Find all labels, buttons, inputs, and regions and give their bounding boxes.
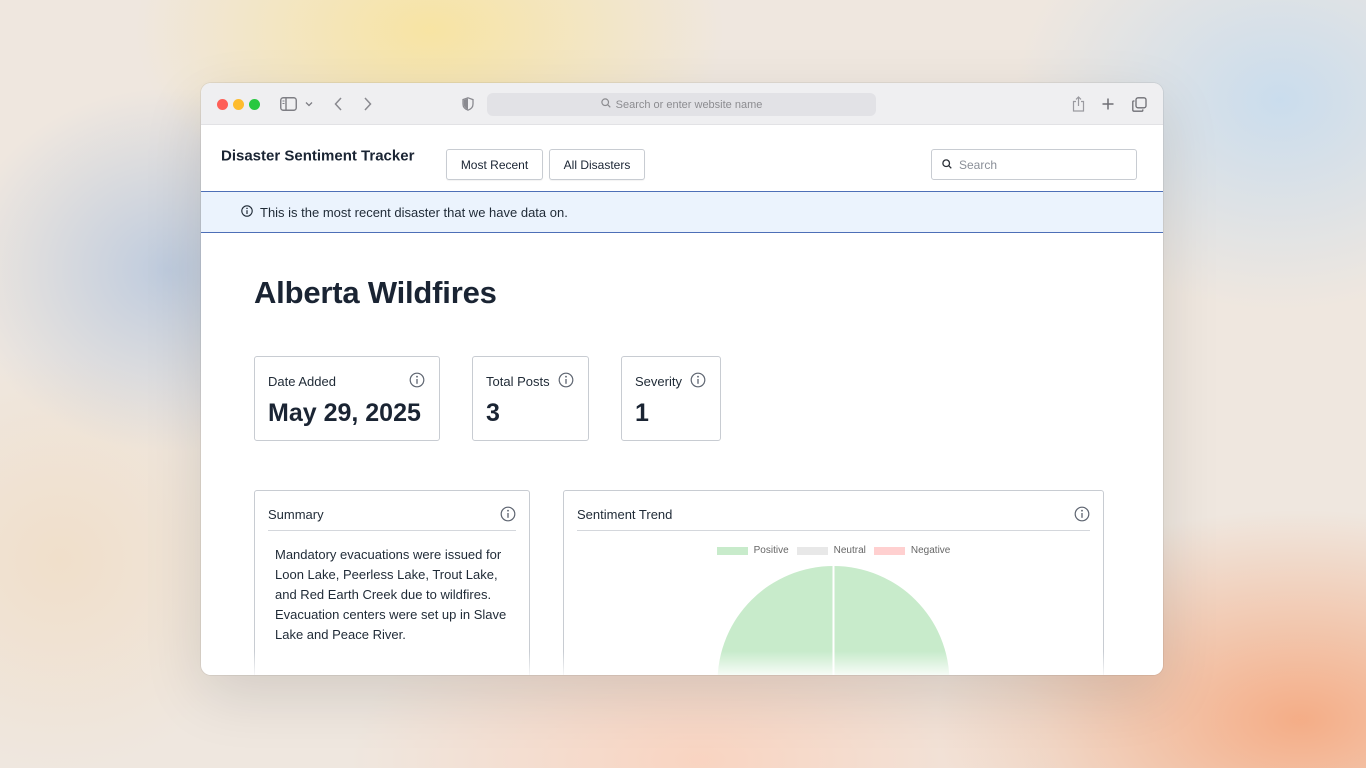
search-icon (942, 156, 952, 174)
stat-label: Total Posts (486, 374, 550, 389)
back-arrow-icon[interactable] (329, 95, 347, 113)
browser-toolbar: Search or enter website name (201, 83, 1163, 125)
search-field[interactable] (931, 149, 1137, 180)
info-icon[interactable] (690, 372, 706, 388)
app-title[interactable]: Disaster Sentiment Tracker (221, 148, 414, 165)
info-icon[interactable] (500, 506, 516, 522)
sidebar-icon[interactable] (279, 95, 297, 113)
minimize-window-button[interactable] (233, 99, 244, 110)
forward-arrow-icon[interactable] (358, 95, 376, 113)
browser-window: Search or enter website name Disaster Se… (201, 83, 1163, 675)
sentiment-trend-panel: Sentiment Trend Positive Neutral Negative (563, 490, 1104, 675)
tab-overview-icon[interactable] (1130, 95, 1148, 113)
stat-value: 3 (486, 399, 500, 427)
address-bar[interactable]: Search or enter website name (487, 93, 876, 116)
banner-text: This is the most recent disaster that we… (260, 204, 568, 220)
plus-icon[interactable] (1099, 95, 1117, 113)
stat-card-date-added: Date Added May 29, 2025 (254, 356, 440, 441)
panel-header: Summary (268, 491, 516, 531)
info-icon (241, 204, 253, 220)
panel-title: Summary (268, 507, 324, 522)
stat-value: May 29, 2025 (268, 399, 421, 427)
stat-label: Date Added (268, 374, 336, 389)
info-icon[interactable] (409, 372, 425, 388)
search-icon (600, 98, 611, 111)
close-window-button[interactable] (217, 99, 228, 110)
stat-value: 1 (635, 399, 649, 427)
summary-text: Mandatory evacuations were issued for Lo… (275, 547, 507, 642)
search-input[interactable] (959, 157, 1119, 172)
app-header: Disaster Sentiment Tracker Most Recent A… (201, 125, 1163, 192)
chevron-down-icon[interactable] (304, 97, 314, 111)
info-icon[interactable] (558, 372, 574, 388)
stat-card-total-posts: Total Posts 3 (472, 356, 589, 441)
privacy-shield-icon[interactable] (460, 95, 476, 113)
page-title: Alberta Wildfires (254, 275, 497, 310)
address-bar-placeholder: Search or enter website name (615, 98, 763, 111)
summary-panel: Summary Mandatory evacuations were issue… (254, 490, 530, 675)
info-banner: This is the most recent disaster that we… (201, 192, 1163, 233)
zoom-window-button[interactable] (249, 99, 260, 110)
sentiment-pie-chart (717, 566, 950, 675)
stat-label: Severity (635, 374, 682, 389)
most-recent-button[interactable]: Most Recent (446, 149, 543, 180)
all-disasters-button[interactable]: All Disasters (549, 149, 645, 180)
stat-card-severity: Severity 1 (621, 356, 721, 441)
share-icon[interactable] (1070, 95, 1086, 113)
